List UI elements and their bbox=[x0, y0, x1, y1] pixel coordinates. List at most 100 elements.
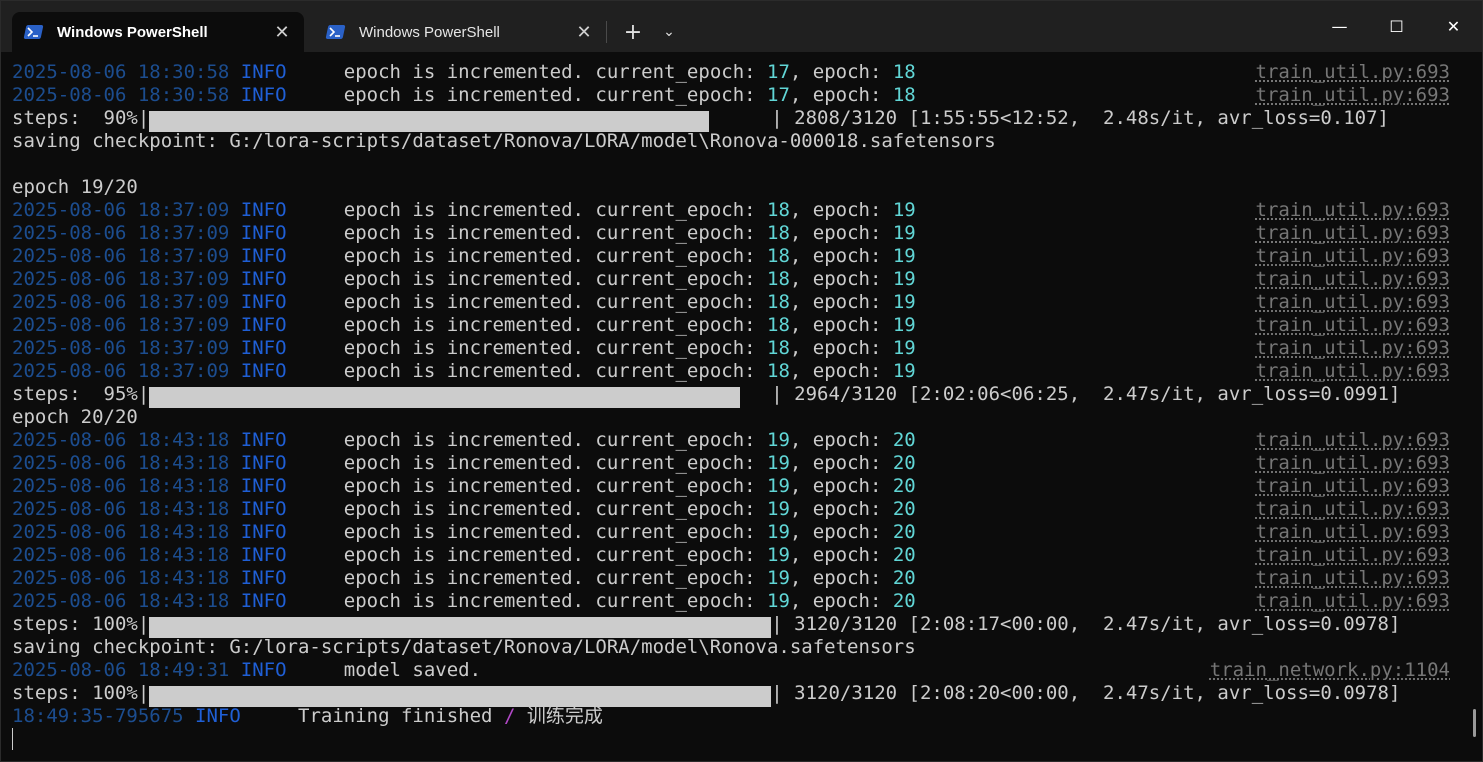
log-source-link[interactable]: train_util.py:693 bbox=[1256, 61, 1450, 84]
chevron-down-icon[interactable]: ⌄ bbox=[651, 12, 687, 52]
log-source-link[interactable]: train_util.py:693 bbox=[1256, 452, 1450, 475]
title-bar[interactable]: Windows PowerShell ✕ Windows PowerShell … bbox=[1, 1, 1482, 52]
log-message: , epoch: bbox=[789, 61, 893, 83]
log-message: epoch is incremented. current_epoch: bbox=[343, 452, 768, 474]
log-level: INFO bbox=[240, 452, 287, 474]
log-source-link[interactable]: train_network.py:1104 bbox=[1210, 659, 1450, 682]
tab-close-icon[interactable]: ✕ bbox=[268, 18, 296, 46]
progress-prefix: steps: 95%| bbox=[12, 383, 150, 405]
log-timestamp: 2025-08-06 18:43:18 bbox=[12, 521, 230, 543]
tab-separator bbox=[606, 20, 607, 43]
log-source-link[interactable]: train_util.py:693 bbox=[1256, 498, 1450, 521]
progress-bar-fill bbox=[149, 617, 772, 638]
tab-powershell-1[interactable]: Windows PowerShell ✕ bbox=[12, 12, 304, 52]
progress-prefix: steps: 90%| bbox=[12, 107, 150, 129]
log-timestamp: 2025-08-06 18:43:18 bbox=[12, 498, 230, 520]
log-message: , epoch: bbox=[789, 567, 893, 589]
log-message: , epoch: bbox=[789, 84, 893, 106]
log-number: 20 bbox=[892, 452, 916, 474]
log-line: 2025-08-06 18:43:18 INFO epoch is increm… bbox=[12, 521, 1482, 544]
line-text: saving checkpoint: G:/lora-scripts/datas… bbox=[12, 130, 996, 152]
log-source-link[interactable]: train_util.py:693 bbox=[1256, 222, 1450, 245]
log-source-link[interactable]: train_util.py:693 bbox=[1256, 268, 1450, 291]
log-timestamp: 2025-08-06 18:43:18 bbox=[12, 429, 230, 451]
log-line: 2025-08-06 18:43:18 INFO epoch is increm… bbox=[12, 475, 1482, 498]
progress-line: steps: 95%| | 2964/3120 [2:02:06<06:25, 2… bbox=[12, 383, 1482, 408]
log-number: 19 bbox=[767, 521, 790, 543]
log-number: 19 bbox=[767, 544, 790, 566]
log-number: 20 bbox=[892, 498, 916, 520]
log-separator: / bbox=[503, 705, 516, 727]
final-log-line: 18:49:35-795675 INFO Training finished /… bbox=[12, 705, 1482, 728]
log-number: 20 bbox=[892, 567, 916, 589]
progress-line: steps: 90%| | 2808/3120 [1:55:55<12:52, 2… bbox=[12, 107, 1482, 132]
log-source-link[interactable]: train_util.py:693 bbox=[1256, 314, 1450, 337]
tab-powershell-2[interactable]: Windows PowerShell ✕ bbox=[314, 12, 606, 52]
prompt-line bbox=[12, 728, 1482, 751]
log-source-link[interactable]: train_util.py:693 bbox=[1256, 84, 1450, 107]
log-level: INFO bbox=[240, 268, 287, 290]
log-level: INFO bbox=[240, 314, 287, 336]
log-source-link[interactable]: train_util.py:693 bbox=[1256, 291, 1450, 314]
log-source-link[interactable]: train_util.py:693 bbox=[1256, 521, 1450, 544]
log-line: 2025-08-06 18:30:58 INFO epoch is increm… bbox=[12, 61, 1482, 84]
terminal-window: Windows PowerShell ✕ Windows PowerShell … bbox=[0, 0, 1483, 762]
log-source-link[interactable]: train_util.py:693 bbox=[1256, 360, 1450, 383]
log-message: , epoch: bbox=[789, 245, 893, 267]
progress-stats: | 2964/3120 [2:02:06<06:25, 2.47s/it, av… bbox=[771, 383, 1401, 405]
log-line: 2025-08-06 18:43:18 INFO epoch is increm… bbox=[12, 590, 1482, 613]
progress-prefix: steps: 100%| bbox=[12, 682, 150, 704]
log-timestamp: 2025-08-06 18:43:18 bbox=[12, 567, 230, 589]
log-number: 18 bbox=[767, 199, 790, 221]
progress-bar-fill bbox=[149, 387, 741, 408]
log-number: 18 bbox=[767, 337, 790, 359]
scrollbar-thumb[interactable] bbox=[1473, 709, 1476, 737]
close-window-button[interactable]: ✕ bbox=[1425, 1, 1482, 52]
log-line: 2025-08-06 18:37:09 INFO epoch is increm… bbox=[12, 337, 1482, 360]
log-message: , epoch: bbox=[789, 337, 893, 359]
log-number: 19 bbox=[892, 360, 916, 382]
log-source-link[interactable]: train_util.py:693 bbox=[1256, 475, 1450, 498]
tab-label: Windows PowerShell bbox=[57, 23, 208, 41]
log-source-link[interactable]: train_util.py:693 bbox=[1256, 429, 1450, 452]
text-line: saving checkpoint: G:/lora-scripts/datas… bbox=[12, 636, 1482, 659]
log-line: 2025-08-06 18:30:58 INFO epoch is increm… bbox=[12, 84, 1482, 107]
text-line bbox=[12, 153, 1482, 176]
log-source-link[interactable]: train_util.py:693 bbox=[1256, 567, 1450, 590]
log-number: 19 bbox=[767, 429, 790, 451]
log-timestamp: 2025-08-06 18:37:09 bbox=[12, 199, 230, 221]
log-message: epoch is incremented. current_epoch: bbox=[343, 360, 768, 382]
log-message: , epoch: bbox=[789, 291, 893, 313]
log-number: 19 bbox=[892, 314, 916, 336]
log-level: INFO bbox=[240, 429, 287, 451]
log-level: INFO bbox=[240, 498, 287, 520]
log-level: INFO bbox=[240, 84, 287, 106]
log-level: INFO bbox=[240, 659, 287, 681]
new-tab-button[interactable]: + bbox=[615, 12, 651, 52]
log-source-link[interactable]: train_util.py:693 bbox=[1256, 590, 1450, 613]
progress-stats: | 2808/3120 [1:55:55<12:52, 2.48s/it, av… bbox=[771, 107, 1389, 129]
log-source-link[interactable]: train_util.py:693 bbox=[1256, 337, 1450, 360]
log-message-cn: 训练完成 bbox=[526, 705, 603, 727]
tab-close-icon[interactable]: ✕ bbox=[570, 18, 598, 46]
log-message: epoch is incremented. current_epoch: bbox=[343, 222, 768, 244]
log-message: epoch is incremented. current_epoch: bbox=[343, 199, 768, 221]
maximize-button[interactable]: ☐ bbox=[1368, 1, 1425, 52]
log-source-link[interactable]: train_util.py:693 bbox=[1256, 544, 1450, 567]
log-line: 2025-08-06 18:49:31 INFO model saved. tra… bbox=[12, 659, 1482, 682]
log-number: 20 bbox=[892, 429, 916, 451]
log-source-link[interactable]: train_util.py:693 bbox=[1256, 245, 1450, 268]
minimize-button[interactable]: — bbox=[1311, 1, 1368, 52]
log-message: epoch is incremented. current_epoch: bbox=[343, 567, 768, 589]
log-level: INFO bbox=[240, 222, 287, 244]
log-number: 19 bbox=[892, 268, 916, 290]
log-message: epoch is incremented. current_epoch: bbox=[343, 590, 768, 612]
log-message: epoch is incremented. current_epoch: bbox=[343, 314, 768, 336]
terminal-output[interactable]: 2025-08-06 18:30:58 INFO epoch is increm… bbox=[1, 52, 1482, 761]
log-message: epoch is incremented. current_epoch: bbox=[343, 521, 768, 543]
log-timestamp: 18:49:35-795675 bbox=[12, 705, 184, 727]
log-message: epoch is incremented. current_epoch: bbox=[343, 268, 768, 290]
log-source-link[interactable]: train_util.py:693 bbox=[1256, 199, 1450, 222]
line-text: saving checkpoint: G:/lora-scripts/datas… bbox=[12, 636, 916, 658]
progress-stats: | 3120/3120 [2:08:17<00:00, 2.47s/it, av… bbox=[771, 613, 1401, 635]
